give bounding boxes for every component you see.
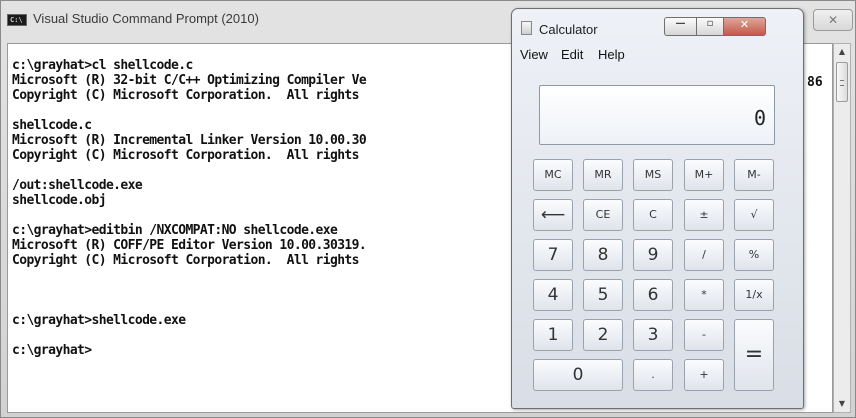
plus-button[interactable]: + [684,359,724,391]
backspace-button[interactable]: ⟵ [533,199,573,231]
close-button[interactable]: ✕ [724,17,766,36]
ms-button[interactable]: MS [633,159,673,191]
m-plus-button[interactable]: M+ [684,159,724,191]
digit-3-button[interactable]: 3 [633,319,673,351]
display-value: 0 [753,106,766,130]
command-prompt-close-button[interactable]: ✕ [813,9,853,31]
menu-help[interactable]: Help [598,47,625,62]
menu-view[interactable]: View [520,47,548,62]
menu-edit[interactable]: Edit [561,47,583,62]
console-peek-text: 86 [807,75,823,90]
console-scrollbar[interactable]: ▲ ▼ [833,43,851,413]
digit-2-button[interactable]: 2 [583,319,623,351]
calculator-display: 0 [539,85,775,145]
digit-7-button[interactable]: 7 [533,239,573,271]
ce-button[interactable]: CE [583,199,623,231]
scroll-up-arrow-icon[interactable]: ▲ [834,44,850,60]
command-prompt-icon: C:\ [7,14,27,26]
scrollbar-thumb[interactable] [836,62,848,102]
grip-icon [840,80,844,86]
decimal-button[interactable]: . [633,359,673,391]
clear-button[interactable]: C [633,199,673,231]
calculator-icon [521,21,532,35]
digit-4-button[interactable]: 4 [533,279,573,311]
minus-button[interactable]: - [684,319,724,351]
sqrt-button[interactable]: √ [734,199,774,231]
plus-minus-button[interactable]: ± [684,199,724,231]
mr-button[interactable]: MR [583,159,623,191]
minimize-button[interactable]: — [664,17,697,36]
digit-9-button[interactable]: 9 [633,239,673,271]
percent-button[interactable]: % [734,239,774,271]
command-prompt-title: Visual Studio Command Prompt (2010) [33,11,259,26]
multiply-button[interactable]: * [684,279,724,311]
digit-0-button[interactable]: 0 [533,359,623,391]
digit-6-button[interactable]: 6 [633,279,673,311]
m-minus-button[interactable]: M- [734,159,774,191]
calculator-window[interactable]: Calculator — ▫ ✕ View Edit Help 0 MC MR MS… [511,8,804,409]
calculator-menubar: View Edit Help [518,44,797,66]
equals-button[interactable]: = [734,319,774,391]
calculator-title: Calculator [539,22,598,37]
console-text: c:\grayhat>cl shellcode.c Microsoft (R) … [12,58,367,358]
digit-5-button[interactable]: 5 [583,279,623,311]
digit-1-button[interactable]: 1 [533,319,573,351]
scroll-down-arrow-icon[interactable]: ▼ [834,396,850,412]
divide-button[interactable]: / [684,239,724,271]
maximize-button[interactable]: ▫ [697,17,724,36]
mc-button[interactable]: MC [533,159,573,191]
digit-8-button[interactable]: 8 [583,239,623,271]
reciprocal-button[interactable]: 1/x [734,279,774,311]
